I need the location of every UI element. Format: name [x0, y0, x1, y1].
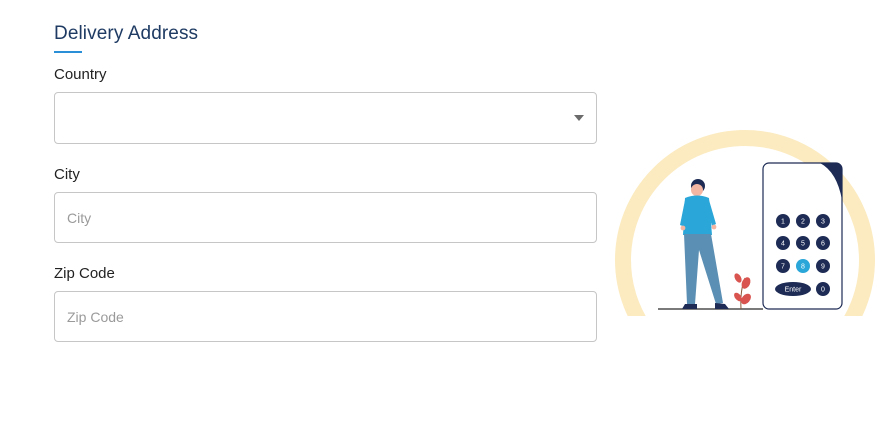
keypad-key-label: 6 [821, 241, 825, 248]
keypad-device: 1 2 3 4 5 6 7 8 9 Enter 0 [762, 162, 843, 310]
country-label: Country [54, 66, 107, 83]
chevron-down-icon[interactable] [574, 115, 584, 121]
keypad-key-label: 2 [801, 219, 805, 226]
country-select[interactable] [54, 92, 597, 144]
keypad-key-label: 0 [821, 287, 825, 294]
zip-code-field-wrapper [54, 291, 597, 342]
zip-code-label: Zip Code [54, 265, 115, 282]
security-keypad-illustration: 1 2 3 4 5 6 7 8 9 Enter 0 [615, 130, 875, 316]
person-figure [680, 179, 729, 309]
keypad-key-label: 9 [821, 264, 825, 271]
city-field-wrapper [54, 192, 597, 243]
keypad-key-label: 8 [801, 264, 805, 271]
title-underline [54, 51, 82, 53]
keypad-key-label: 1 [781, 219, 785, 226]
city-input[interactable] [55, 193, 596, 242]
keypad-key-label: 4 [781, 241, 785, 248]
keypad-key-label: Enter [785, 287, 802, 294]
section-title: Delivery Address [54, 23, 199, 44]
keypad-key-label: 5 [801, 241, 805, 248]
zip-code-input[interactable] [55, 292, 596, 341]
keypad-key-label: 7 [781, 264, 785, 271]
keypad-key-label: 3 [821, 219, 825, 226]
plant-decoration [734, 273, 751, 310]
city-label: City [54, 166, 80, 183]
